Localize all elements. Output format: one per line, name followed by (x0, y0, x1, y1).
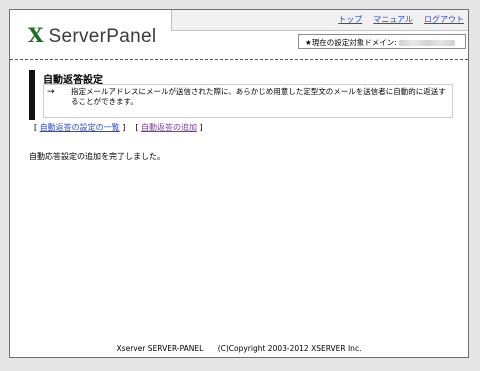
arrow-icon: → (47, 87, 55, 97)
footer-copyright: (C)Copyright 2003-2012 XSERVER Inc. (217, 344, 362, 353)
auto-reply-add-link[interactable]: 自動返答の追加 (141, 123, 197, 132)
footer: Xserver SERVER-PANEL (C)Copyright 2003-2… (10, 344, 468, 353)
nav-top-link[interactable]: トップ (338, 14, 362, 25)
footer-product: Xserver SERVER-PANEL (116, 344, 204, 353)
page-frame: X ServerPanel トップ マニュアル ログアウト ★現在の設定対象ドメ… (9, 9, 469, 358)
top-nav: トップ マニュアル ログアウト (338, 14, 464, 25)
logo-mark: X (28, 23, 44, 47)
auto-reply-list-link[interactable]: 自動返答の設定の一覧 (40, 123, 120, 132)
blurred-domain-value (398, 40, 455, 46)
auto-reply-list-link-group: [ 自動返答の設定の一覧 ] (34, 123, 126, 132)
auto-reply-add-link-group: [ 自動返答の追加 ] (135, 123, 203, 132)
serverpanel-logo[interactable]: X ServerPanel (28, 23, 156, 48)
nav-logout-link[interactable]: ログアウト (424, 14, 464, 25)
action-links: [ 自動返答の設定の一覧 ] [ 自動返答の追加 ] (34, 122, 203, 133)
nav-manual-link[interactable]: マニュアル (373, 14, 413, 25)
auto-reply-section: 自動返答設定 → 指定メールアドレスにメールが送信された際に、あらかじめ用意した… (29, 70, 455, 120)
completion-message: 自動応答設定の追加を完了しました。 (29, 152, 165, 161)
logo-text: ServerPanel (48, 26, 157, 47)
header-divider (10, 59, 468, 60)
section-description: 指定メールアドレスにメールが送信された際に、あらかじめ用意した定型文のメールを送… (71, 87, 446, 106)
section-description-box: → 指定メールアドレスにメールが送信された際に、あらかじめ用意した定型文のメール… (43, 84, 453, 118)
current-domain-label: ★現在の設定対象ドメイン: (305, 38, 397, 47)
current-domain-box: ★現在の設定対象ドメイン: (298, 34, 466, 49)
header-nav-bar: トップ マニュアル ログアウト (171, 10, 468, 31)
